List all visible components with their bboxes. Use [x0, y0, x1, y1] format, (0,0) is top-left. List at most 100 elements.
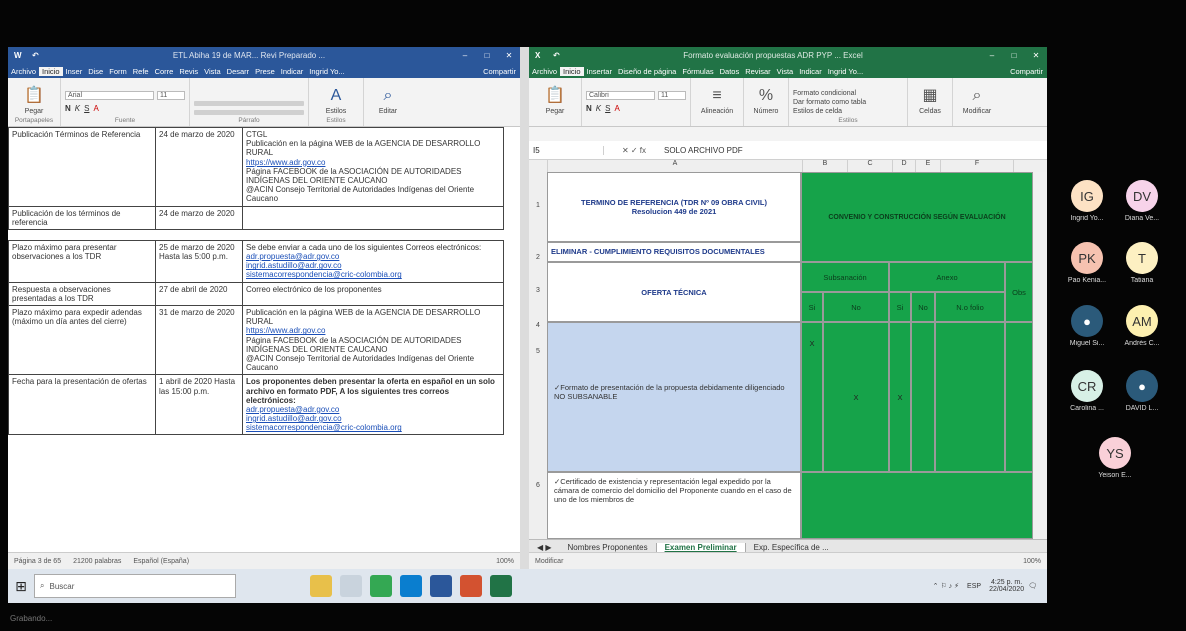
account-name[interactable]: Ingrid Yo... [306, 67, 347, 76]
language-indicator[interactable]: ESP [963, 583, 985, 590]
link[interactable]: adr.propuesta@adr.gov.co [246, 252, 500, 261]
participant[interactable]: AM Andrés C... [1112, 305, 1172, 347]
sheet-tab-active[interactable]: Examen Preliminar [655, 542, 746, 552]
link[interactable]: https://www.adr.gov.co [246, 158, 500, 167]
paste-button[interactable]: Pegar [25, 108, 44, 115]
si-header[interactable]: Si [801, 292, 823, 322]
participant[interactable]: ● Miguel Si... [1057, 305, 1117, 347]
sheet-tab[interactable]: Nombres Proponentes [560, 543, 656, 552]
row-header[interactable]: 4 [529, 322, 547, 329]
tab-formulas[interactable]: Fórmulas [679, 67, 716, 76]
cell-a3[interactable]: OFERTA TÉCNICA [547, 262, 801, 322]
percent-icon[interactable]: % [759, 87, 773, 105]
cell[interactable] [935, 322, 1005, 472]
edit-button[interactable]: Editar [379, 108, 397, 115]
undo-icon[interactable]: ↶ [32, 51, 44, 60]
search-icon[interactable]: ⌕ [973, 87, 982, 105]
cell-styles-button[interactable]: Estilos de celda [793, 108, 842, 115]
cell[interactable] [1005, 322, 1033, 472]
app-icon[interactable] [460, 575, 482, 597]
subsanacion-header[interactable]: Subsanación [801, 262, 889, 292]
row-header[interactable]: 3 [529, 287, 547, 294]
share-button[interactable]: Compartir [1007, 67, 1047, 76]
tab-nav-icon[interactable]: ◀ ▶ [529, 543, 560, 552]
font-size-field[interactable]: 11 [157, 91, 185, 100]
undo-icon[interactable]: ↶ [553, 51, 565, 60]
minimize-icon[interactable]: – [981, 51, 1003, 60]
tab-desarrollador[interactable]: Desarr [224, 67, 253, 76]
anexo-header[interactable]: Anexo [889, 262, 1005, 292]
language[interactable]: Español (España) [127, 558, 195, 565]
maximize-icon[interactable]: □ [1003, 51, 1025, 60]
align-icon[interactable]: ≡ [712, 87, 721, 105]
styles-icon[interactable]: A [331, 87, 342, 105]
participant[interactable]: DV Diana Ve... [1112, 180, 1172, 222]
tell-me-search[interactable]: Indicar [278, 67, 307, 76]
tab-vista[interactable]: Vista [774, 67, 797, 76]
tab-vista[interactable]: Vista [201, 67, 224, 76]
font-name-field[interactable]: Calibri [586, 91, 655, 100]
font-color-icon[interactable]: A [93, 104, 98, 113]
participant[interactable]: CR Carolina ... [1057, 370, 1117, 412]
font-color-icon[interactable]: A [614, 104, 619, 113]
column-header[interactable]: C [848, 160, 893, 172]
format-table-button[interactable]: Dar formato como tabla [793, 99, 866, 106]
tray-icons[interactable]: ⌃ ⚐ ♪ ⚡ [929, 582, 963, 590]
spreadsheet-grid[interactable]: 1 2 3 4 5 6 TERMINO DE REFERENCIA (TDR N… [529, 172, 1047, 539]
obs-header[interactable]: Obs [1005, 262, 1033, 322]
participant[interactable]: YS Yeison E... [1085, 437, 1145, 479]
align-buttons[interactable] [194, 110, 304, 115]
participant[interactable]: IG Ingrid Yo... [1057, 180, 1117, 222]
search-icon[interactable]: ⌕ [384, 87, 393, 105]
formula-input[interactable]: SOLO ARCHIVO PDF [664, 146, 1047, 155]
name-box[interactable]: I5 [529, 145, 604, 155]
column-header[interactable]: A [548, 160, 803, 172]
tab-correspondencia[interactable]: Corre [152, 67, 177, 76]
cell-x[interactable]: X [889, 322, 911, 472]
link[interactable]: sistemacorrespondencia@cric-colombia.org [246, 423, 500, 432]
tab-insertar[interactable]: Inser [63, 67, 86, 76]
tab-revisar[interactable]: Revis [176, 67, 201, 76]
no-header[interactable]: No [823, 292, 889, 322]
tab-archivo[interactable]: Archivo [529, 67, 560, 76]
cell-a2[interactable]: ELIMINAR - CUMPLIMIENTO REQUISITOS DOCUM… [547, 242, 801, 262]
tab-datos[interactable]: Datos [717, 67, 743, 76]
maximize-icon[interactable]: □ [476, 51, 498, 60]
fx-icon[interactable]: ✕ ✓ fx [604, 146, 664, 155]
tab-diseno[interactable]: Diseño de página [615, 67, 679, 76]
cell-x[interactable]: X [823, 322, 889, 472]
close-icon[interactable]: ✕ [1025, 51, 1047, 60]
tab-archivo[interactable]: Archivo [8, 67, 39, 76]
link[interactable]: ingrid.astudillo@adr.gov.co [246, 261, 500, 270]
underline-icon[interactable]: S [84, 104, 89, 113]
link[interactable]: sistemacorrespondencia@cric-colombia.org [246, 270, 500, 279]
participant[interactable]: T Tatiana [1112, 242, 1172, 284]
file-explorer-icon[interactable] [310, 575, 332, 597]
cell-x[interactable]: X [801, 322, 823, 472]
cells-icon[interactable]: ▦ [922, 85, 937, 105]
tab-inicio[interactable]: Inicio [560, 66, 584, 76]
paste-icon[interactable]: 📋 [24, 85, 44, 105]
link[interactable]: adr.propuesta@adr.gov.co [246, 405, 500, 414]
zoom-level[interactable]: 100% [1017, 558, 1047, 565]
folio-header[interactable]: N.o folio [935, 292, 1005, 322]
zoom-level[interactable]: 100% [490, 558, 520, 565]
cell[interactable] [801, 472, 1033, 539]
tab-presentacion[interactable]: Prese [252, 67, 278, 76]
app-icon[interactable] [340, 575, 362, 597]
font-name-field[interactable]: Arial [65, 91, 154, 100]
sheet-tab[interactable]: Exp. Específica de ... [746, 543, 837, 552]
paste-icon[interactable]: 📋 [545, 85, 565, 105]
tell-me-search[interactable]: Indicar [796, 67, 825, 76]
clock[interactable]: 4:25 p. m. 22/04/2020 [985, 579, 1028, 593]
excel-taskbar-icon[interactable] [490, 575, 512, 597]
styles-button[interactable]: Estilos [326, 108, 347, 115]
bold-icon[interactable]: N [586, 104, 592, 113]
conditional-format-button[interactable]: Formato condicional [793, 90, 856, 97]
row-header[interactable]: 2 [529, 254, 547, 261]
share-button[interactable]: Compartir [480, 67, 520, 76]
cell-a1[interactable]: TERMINO DE REFERENCIA (TDR Nº 09 OBRA CI… [547, 172, 801, 242]
bold-icon[interactable]: N [65, 104, 71, 113]
list-buttons[interactable] [194, 101, 304, 106]
chrome-icon[interactable] [370, 575, 392, 597]
